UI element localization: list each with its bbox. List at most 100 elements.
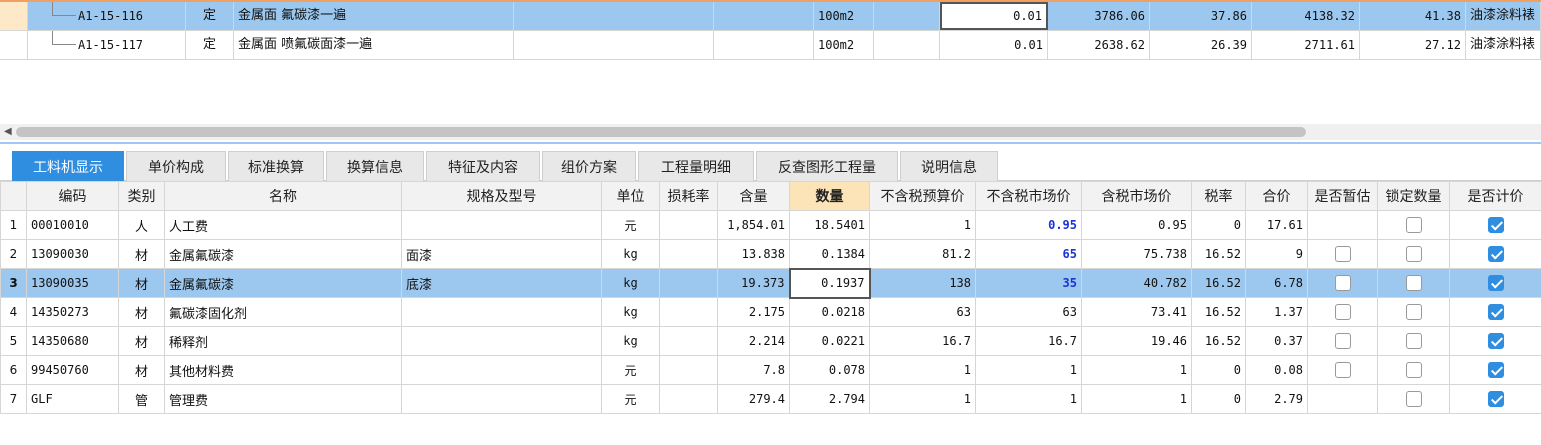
cell-tax-market[interactable]: 40.782 <box>1081 268 1192 298</box>
tab-7[interactable]: 反查图形工程量 <box>756 151 898 183</box>
cell-priced-checkbox[interactable] <box>1487 246 1504 262</box>
cell-spec[interactable] <box>401 355 602 385</box>
cell-content[interactable]: 2.214 <box>717 326 790 356</box>
cell-priced-checkbox[interactable] <box>1487 275 1504 291</box>
cell-tax-rate[interactable]: 16.52 <box>1191 239 1246 269</box>
cell-total[interactable]: 1.37 <box>1245 297 1308 327</box>
cell-priced-checkbox[interactable] <box>1487 304 1504 320</box>
cell-code[interactable]: 13090035 <box>26 268 119 298</box>
cell-locked-checkbox[interactable] <box>1405 246 1422 262</box>
cell-spec[interactable] <box>401 384 602 414</box>
cell-quantity[interactable]: 0.0221 <box>789 326 870 356</box>
cell-total[interactable]: 9 <box>1245 239 1308 269</box>
cell-name[interactable]: 金属氟碳漆 <box>164 268 402 298</box>
table-row[interactable]: 6 99450760 材其他材料费元 7.8 0.078 1 1 1 0 0.08 <box>0 355 1541 385</box>
cell-loss-rate[interactable] <box>659 297 718 327</box>
cell-tax-market[interactable]: 1 <box>1081 384 1192 414</box>
cell-total[interactable]: 2.79 <box>1245 384 1308 414</box>
cell-priced[interactable] <box>1449 239 1541 269</box>
cell-tax-rate[interactable]: 0 <box>1191 355 1246 385</box>
cell-code[interactable]: 14350273 <box>26 297 119 327</box>
cell-tax-market[interactable]: 19.46 <box>1081 326 1192 356</box>
tab-0[interactable]: 工料机显示 <box>12 151 124 183</box>
column-header[interactable]: 是否计价 <box>1449 181 1541 211</box>
column-header[interactable]: 锁定数量 <box>1377 181 1450 211</box>
cell-loss-rate[interactable] <box>659 384 718 414</box>
table-row[interactable]: 5 14350680 材稀释剂 kg 2.214 0.0221 16.7 16.7 19.46 1… <box>0 326 1541 356</box>
cell-category[interactable]: 材 <box>118 239 165 269</box>
cell-locked[interactable] <box>1377 297 1450 327</box>
cell-quantity[interactable]: 0.0218 <box>789 297 870 327</box>
cell-total[interactable]: 0.37 <box>1245 326 1308 356</box>
cell-quantity[interactable]: 0.078 <box>789 355 870 385</box>
cell-tax-market[interactable]: 75.738 <box>1081 239 1192 269</box>
cell-pre-tax-market[interactable]: 63 <box>975 297 1082 327</box>
cell-content[interactable]: 2.175 <box>717 297 790 327</box>
cell-content[interactable]: 279.4 <box>717 384 790 414</box>
cell-provisional[interactable] <box>1307 268 1378 298</box>
column-header[interactable]: 名称 <box>164 181 402 211</box>
cell-spec[interactable]: 底漆 <box>401 268 602 298</box>
table-row[interactable]: 7 GLF 管管理费元 279.4 2.794 1 1 1 0 2.79 <box>0 384 1541 414</box>
tab-1[interactable]: 单价构成 <box>126 151 226 183</box>
cell-locked-checkbox[interactable] <box>1405 275 1422 291</box>
column-header[interactable]: 是否暂估 <box>1307 181 1378 211</box>
cell-total[interactable]: 17.61 <box>1245 210 1308 240</box>
cell-total[interactable]: 0.08 <box>1245 355 1308 385</box>
cell-category[interactable]: 材 <box>118 297 165 327</box>
cell-spec[interactable] <box>401 210 602 240</box>
cell-category[interactable]: 材 <box>118 268 165 298</box>
cell-quantity[interactable]: 18.5401 <box>789 210 870 240</box>
cell-pre-tax-market[interactable]: 0.95 <box>975 210 1082 240</box>
tab-6[interactable]: 工程量明细 <box>638 151 754 183</box>
cell-category[interactable]: 材 <box>118 355 165 385</box>
cell-locked[interactable] <box>1377 326 1450 356</box>
cell-code[interactable]: GLF <box>26 384 119 414</box>
tab-3[interactable]: 换算信息 <box>326 151 424 183</box>
cell-spec[interactable]: 面漆 <box>401 239 602 269</box>
cell-tax-market[interactable]: 73.41 <box>1081 297 1192 327</box>
cell-locked[interactable] <box>1377 239 1450 269</box>
cell-code[interactable]: 00010010 <box>26 210 119 240</box>
cell-provisional[interactable] <box>1307 326 1378 356</box>
cell-priced[interactable] <box>1449 355 1541 385</box>
cell-priced[interactable] <box>1449 384 1541 414</box>
cell-pre-tax-market[interactable]: 65 <box>975 239 1082 269</box>
column-header[interactable]: 不含税市场价 <box>975 181 1082 211</box>
cell-loss-rate[interactable] <box>659 268 718 298</box>
cell-code[interactable]: 14350680 <box>26 326 119 356</box>
table-row[interactable]: 4 14350273 材氟碳漆固化剂 kg 2.175 0.0218 63 63 73.41 16… <box>0 297 1541 327</box>
table-row[interactable]: 2 13090030 材金属氟碳漆 面漆 kg 13.838 0.1384 81.2 65 75.… <box>0 239 1541 269</box>
cell-tax-rate[interactable]: 16.52 <box>1191 268 1246 298</box>
cell-content[interactable]: 1,854.01 <box>717 210 790 240</box>
cell-name[interactable]: 其他材料费 <box>164 355 402 385</box>
tab-8[interactable]: 说明信息 <box>900 151 998 183</box>
cell-pre-tax-budget[interactable]: 63 <box>869 297 976 327</box>
cell-priced-checkbox[interactable] <box>1487 333 1504 349</box>
cell-locked[interactable] <box>1377 268 1450 298</box>
cell-tax-rate[interactable]: 16.52 <box>1191 326 1246 356</box>
cell-content[interactable]: 7.8 <box>717 355 790 385</box>
cell-pre-tax-market[interactable]: 1 <box>975 355 1082 385</box>
cell-loss-rate[interactable] <box>659 210 718 240</box>
cell-tax-rate[interactable]: 0 <box>1191 210 1246 240</box>
cell-tax-market[interactable]: 1 <box>1081 355 1192 385</box>
cell-priced[interactable] <box>1449 210 1541 240</box>
column-header[interactable]: 税率 <box>1191 181 1246 211</box>
cell-provisional[interactable] <box>1307 239 1378 269</box>
column-header[interactable]: 规格及型号 <box>401 181 602 211</box>
cell-locked-checkbox[interactable] <box>1405 391 1422 407</box>
cell-category[interactable]: 管 <box>118 384 165 414</box>
column-header[interactable]: 数量 <box>789 181 870 211</box>
cell-quantity[interactable]: 0.1937 <box>788 267 871 299</box>
cell-pre-tax-budget[interactable]: 1 <box>869 355 976 385</box>
cell-spec[interactable] <box>401 297 602 327</box>
cell-pre-tax-budget[interactable]: 138 <box>869 268 976 298</box>
cell-code[interactable]: 13090030 <box>26 239 119 269</box>
column-header[interactable]: 损耗率 <box>659 181 718 211</box>
cell-quantity[interactable]: 0.1384 <box>789 239 870 269</box>
cell-code[interactable]: 99450760 <box>26 355 119 385</box>
cell-unit[interactable]: kg <box>601 326 660 356</box>
cell-provisional-checkbox[interactable] <box>1334 246 1351 262</box>
quota-quantity[interactable]: 0.01 <box>940 2 1048 30</box>
